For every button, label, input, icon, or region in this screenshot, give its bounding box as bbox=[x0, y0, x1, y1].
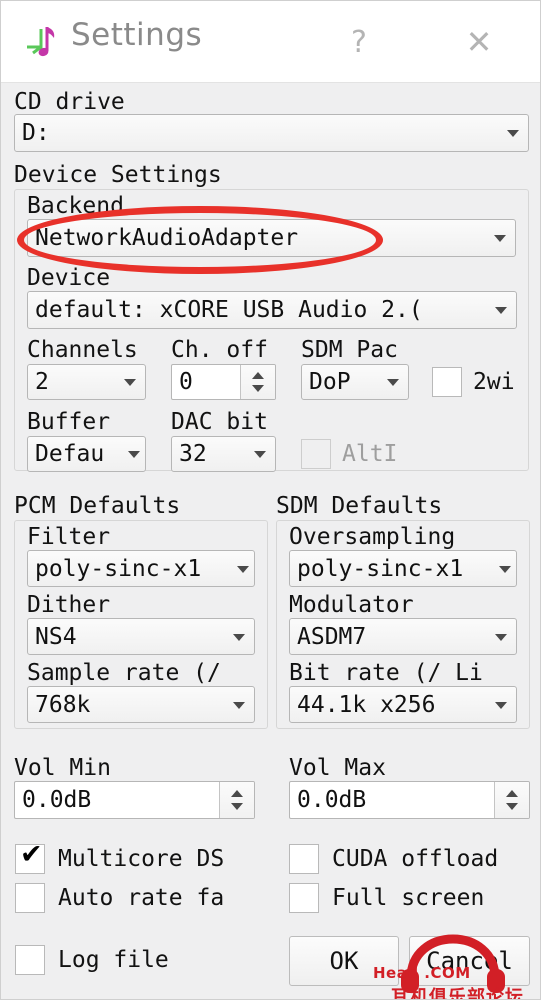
oversampling-combo[interactable]: poly-sinc-x1 bbox=[289, 550, 517, 587]
chevron-down-icon bbox=[124, 379, 136, 386]
backend-label: Backend bbox=[27, 193, 124, 219]
twowire-checkbox[interactable] bbox=[432, 367, 462, 397]
filter-combo[interactable]: poly-sinc-x1 bbox=[27, 550, 255, 587]
chevron-down-icon bbox=[507, 130, 519, 137]
chevron-down-icon bbox=[495, 307, 507, 314]
stepper-up-icon[interactable] bbox=[506, 789, 518, 797]
help-icon[interactable]: ? bbox=[339, 23, 379, 63]
vol-min-value: 0.0dB bbox=[22, 787, 92, 813]
dac-bits-value: 32 bbox=[179, 441, 207, 467]
device-combo[interactable]: default: xCORE USB Audio 2.( bbox=[27, 291, 517, 329]
chevron-down-icon bbox=[233, 633, 245, 641]
twowire-label[interactable]: 2wi bbox=[473, 369, 533, 395]
stepper-down-icon[interactable] bbox=[506, 803, 518, 811]
vol-max-label: Vol Max bbox=[289, 755, 386, 781]
bit-rate-value: 44.1k x256 bbox=[297, 691, 436, 718]
channels-label: Channels bbox=[27, 337, 138, 363]
bit-rate-combo[interactable]: 44.1k x256 bbox=[289, 686, 517, 723]
sdm-packing-value: DoP bbox=[309, 369, 351, 395]
device-value: default: xCORE USB Audio 2.( bbox=[35, 297, 423, 323]
log-file-checkbox[interactable] bbox=[15, 945, 45, 975]
cancel-button-label: Cancel bbox=[426, 947, 513, 975]
chevron-down-icon bbox=[499, 565, 511, 573]
vol-max-value: 0.0dB bbox=[297, 787, 367, 813]
chevron-down-icon bbox=[128, 451, 140, 458]
buffer-label: Buffer bbox=[27, 409, 111, 435]
pcm-defaults-group-label: PCM Defaults bbox=[14, 493, 181, 519]
multicore-dsp-label[interactable]: Multicore DS bbox=[58, 846, 258, 872]
stepper-up-icon[interactable] bbox=[231, 789, 243, 797]
cancel-button[interactable]: Cancel bbox=[409, 936, 530, 986]
sdm-defaults-group-label: SDM Defaults bbox=[276, 493, 443, 519]
full-screen-label[interactable]: Full screen bbox=[332, 885, 537, 911]
modulator-label: Modulator bbox=[289, 592, 414, 618]
buffer-combo[interactable]: Defau bbox=[27, 436, 146, 472]
filter-value: poly-sinc-x1 bbox=[35, 555, 202, 582]
channels-value: 2 bbox=[35, 369, 49, 395]
modulator-value: ASDM7 bbox=[297, 623, 367, 650]
ch-offset-label: Ch. off bbox=[171, 337, 268, 363]
alt-impl-label: AltI bbox=[342, 441, 398, 467]
channels-combo[interactable]: 2 bbox=[27, 364, 146, 400]
stepper-down-icon[interactable] bbox=[252, 384, 264, 392]
oversampling-label: Oversampling bbox=[289, 524, 456, 550]
cuda-offload-checkbox[interactable] bbox=[289, 844, 319, 874]
sample-rate-combo[interactable]: 768k bbox=[27, 686, 255, 723]
cuda-offload-label[interactable]: CUDA offload bbox=[332, 846, 537, 872]
ok-button-label: OK bbox=[329, 947, 359, 975]
device-settings-group-label: Device Settings bbox=[14, 162, 222, 188]
window-title: Settings bbox=[71, 17, 203, 53]
sdm-packing-label: SDM Pac bbox=[301, 337, 398, 363]
ch-offset-stepper[interactable] bbox=[240, 365, 275, 399]
chevron-down-icon bbox=[495, 701, 507, 709]
backend-combo[interactable]: NetworkAudioAdapter bbox=[27, 219, 516, 257]
stepper-down-icon[interactable] bbox=[231, 803, 243, 811]
auto-rate-family-label[interactable]: Auto rate fa bbox=[58, 885, 258, 911]
buffer-value: Defau bbox=[35, 441, 105, 467]
chevron-down-icon bbox=[495, 633, 507, 641]
chevron-down-icon bbox=[237, 565, 249, 573]
dac-bits-label: DAC bit bbox=[171, 409, 268, 435]
device-label: Device bbox=[27, 265, 111, 291]
settings-window: Settings ? ✕ CD drive D: Device Settings… bbox=[0, 0, 541, 1000]
chevron-down-icon bbox=[387, 379, 399, 386]
cd-drive-value: D: bbox=[22, 120, 50, 146]
vol-min-spinner[interactable]: 0.0dB bbox=[14, 781, 255, 819]
bit-rate-label: Bit rate (/ Li bbox=[289, 660, 483, 686]
vol-max-stepper[interactable] bbox=[494, 782, 529, 818]
window-titlebar: Settings ? ✕ bbox=[1, 1, 540, 83]
settings-content: CD drive D: Device Settings Backend Netw… bbox=[1, 83, 540, 999]
check-icon: ✔ bbox=[20, 839, 43, 870]
auto-rate-family-checkbox[interactable] bbox=[15, 883, 45, 913]
full-screen-checkbox[interactable] bbox=[289, 883, 319, 913]
modulator-combo[interactable]: ASDM7 bbox=[289, 618, 517, 655]
backend-value: NetworkAudioAdapter bbox=[35, 225, 299, 251]
ch-offset-value: 0 bbox=[179, 369, 193, 395]
sample-rate-label: Sample rate (/ bbox=[27, 660, 221, 686]
ok-button[interactable]: OK bbox=[289, 936, 399, 986]
multicore-dsp-checkbox[interactable]: ✔ bbox=[15, 840, 45, 874]
chevron-down-icon bbox=[494, 235, 506, 242]
cd-drive-combo[interactable]: D: bbox=[14, 114, 529, 152]
cd-drive-label: CD drive bbox=[14, 89, 125, 115]
vol-min-label: Vol Min bbox=[14, 755, 111, 781]
sdm-packing-combo[interactable]: DoP bbox=[301, 364, 409, 400]
chevron-down-icon bbox=[254, 451, 266, 458]
alt-impl-checkbox bbox=[301, 439, 331, 469]
vol-min-stepper[interactable] bbox=[219, 782, 254, 818]
oversampling-value: poly-sinc-x1 bbox=[297, 555, 464, 582]
ch-offset-spinner[interactable]: 0 bbox=[171, 364, 276, 400]
stepper-up-icon[interactable] bbox=[252, 372, 264, 380]
filter-label: Filter bbox=[27, 524, 111, 550]
music-note-icon bbox=[21, 21, 65, 65]
vol-max-spinner[interactable]: 0.0dB bbox=[289, 781, 530, 819]
dac-bits-combo[interactable]: 32 bbox=[171, 436, 276, 472]
dither-value: NS4 bbox=[35, 623, 77, 650]
close-icon[interactable]: ✕ bbox=[459, 23, 499, 63]
dither-label: Dither bbox=[27, 592, 111, 618]
chevron-down-icon bbox=[233, 701, 245, 709]
log-file-label[interactable]: Log file bbox=[58, 947, 258, 973]
dither-combo[interactable]: NS4 bbox=[27, 618, 255, 655]
sample-rate-value: 768k bbox=[35, 691, 91, 718]
